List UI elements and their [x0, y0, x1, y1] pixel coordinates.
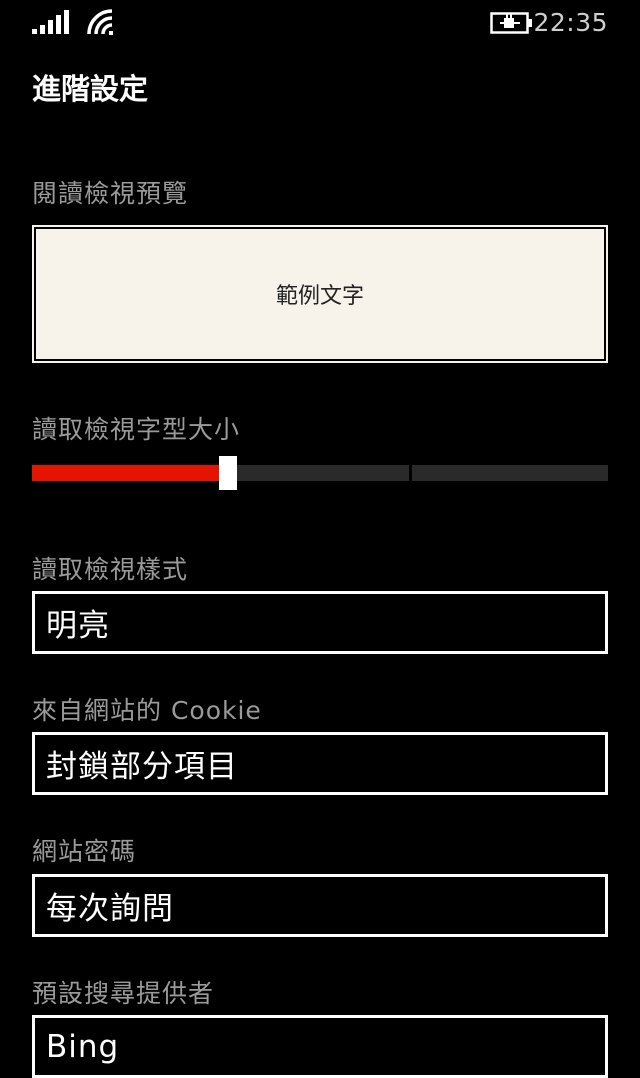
- wifi-icon: [87, 9, 113, 35]
- cookies-value: 封鎖部分項目: [46, 749, 238, 785]
- font-size-label: 讀取檢視字型大小: [32, 415, 241, 444]
- signal-strength-icon: [32, 10, 72, 34]
- reading-preview-label: 閱讀檢視預覽: [32, 179, 189, 208]
- page-title: 進階設定: [32, 72, 149, 106]
- reading-style-value: 明亮: [46, 608, 110, 644]
- cookies-picker[interactable]: 封鎖部分項目: [32, 732, 608, 795]
- status-time: 22:35: [533, 8, 608, 37]
- font-size-slider[interactable]: [32, 456, 608, 490]
- search-provider-value: Bing: [46, 1028, 120, 1065]
- passwords-label: 網站密碼: [32, 837, 137, 866]
- search-provider-label: 預設搜尋提供者: [32, 979, 215, 1008]
- status-bar: 22:35: [0, 0, 640, 46]
- reading-preview-box: 範例文字: [32, 225, 608, 363]
- reading-style-picker[interactable]: 明亮: [32, 591, 608, 654]
- passwords-picker[interactable]: 每次詢問: [32, 874, 608, 937]
- reading-preview-sample-text: 範例文字: [275, 284, 364, 309]
- battery-charging-icon: [490, 12, 532, 34]
- passwords-value: 每次詢問: [46, 891, 174, 927]
- slider-thumb[interactable]: [219, 456, 237, 490]
- slider-divider: [409, 465, 412, 481]
- cookies-label: 來自網站的 Cookie: [32, 696, 262, 725]
- search-provider-picker[interactable]: Bing: [32, 1015, 608, 1078]
- slider-fill: [32, 465, 228, 481]
- reading-style-label: 讀取檢視樣式: [32, 555, 189, 584]
